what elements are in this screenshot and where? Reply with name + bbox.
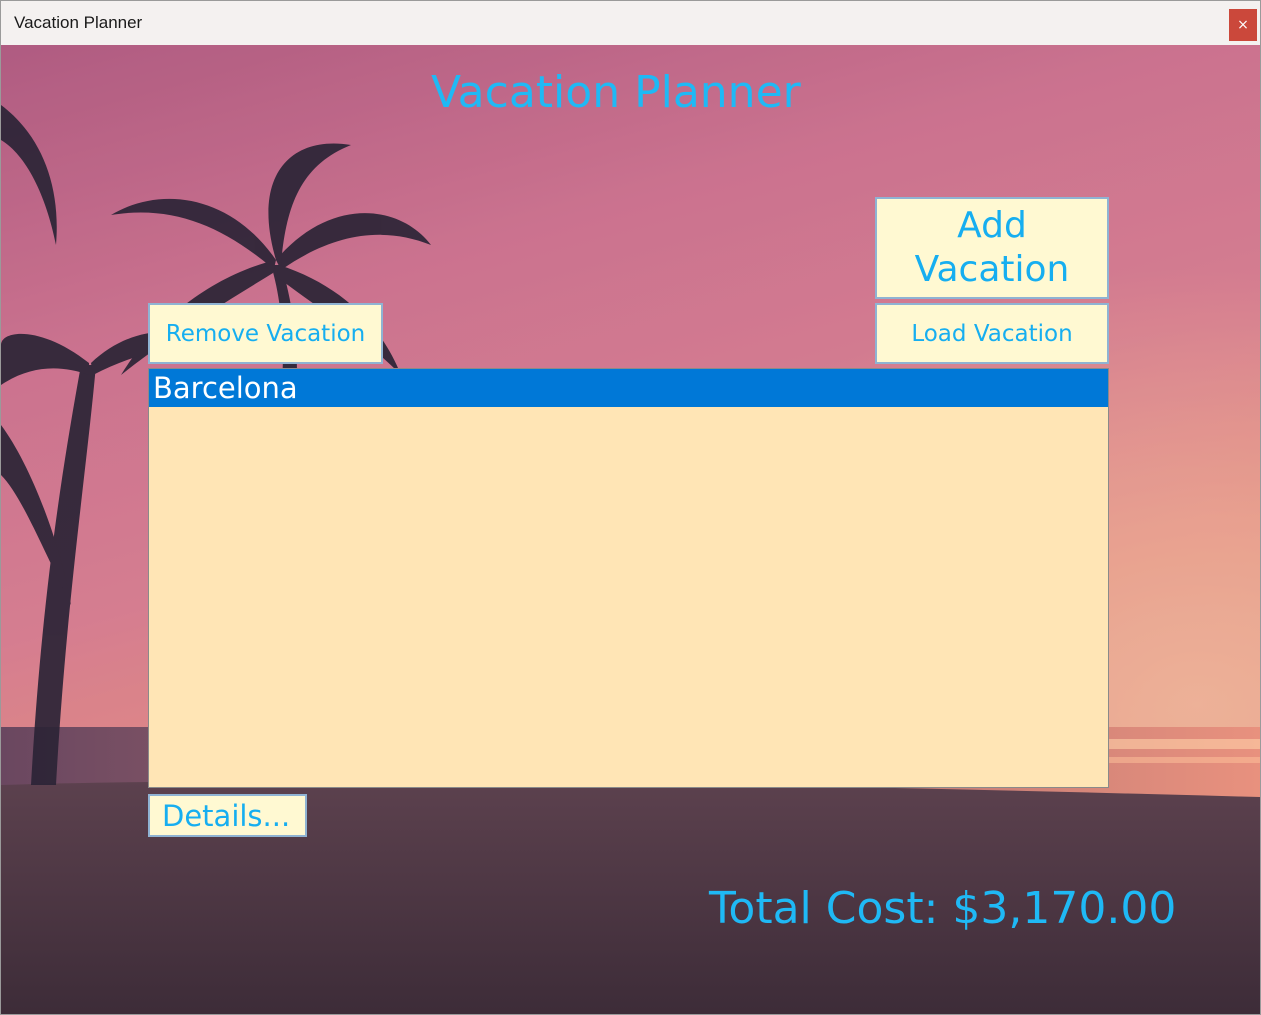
- vacation-list[interactable]: Barcelona: [148, 368, 1109, 788]
- list-item[interactable]: Barcelona: [149, 369, 1108, 407]
- close-icon: ×: [1237, 17, 1249, 33]
- title-bar[interactable]: Vacation Planner ×: [1, 1, 1260, 45]
- total-cost-label: Total Cost: $3,170.00: [709, 883, 1177, 934]
- close-button[interactable]: ×: [1229, 9, 1257, 41]
- add-vacation-button[interactable]: Add Vacation: [875, 197, 1109, 299]
- load-vacation-button[interactable]: Load Vacation: [875, 303, 1109, 364]
- window-title: Vacation Planner: [14, 13, 143, 32]
- page-title: Vacation Planner: [431, 67, 801, 118]
- details-button[interactable]: Details...: [148, 794, 307, 837]
- app-window: Vacation Planner × Vacation Planner Add …: [0, 0, 1261, 1015]
- remove-vacation-button[interactable]: Remove Vacation: [148, 303, 383, 364]
